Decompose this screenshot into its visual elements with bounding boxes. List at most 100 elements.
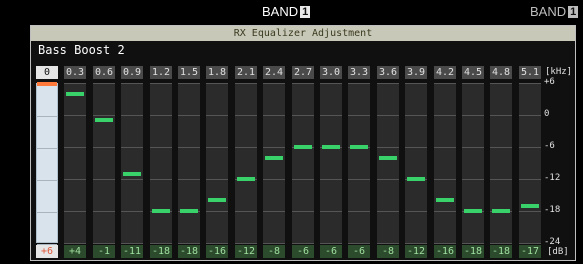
band-frequency-label[interactable]: 0.3 [64, 66, 86, 79]
band-indicator: BAND 1 [262, 4, 311, 19]
gain-level-marker[interactable] [237, 177, 255, 181]
grid-line [405, 147, 427, 148]
gain-level-marker[interactable] [152, 209, 170, 213]
grid-line [121, 179, 143, 180]
grid-line [263, 83, 285, 84]
eq-band-slider[interactable] [36, 82, 58, 245]
grid-line [434, 83, 456, 84]
band-frequency-label[interactable]: 1.2 [150, 66, 172, 79]
eq-band-slider[interactable] [235, 83, 257, 244]
grid-line [235, 115, 257, 116]
eq-band-slider[interactable] [490, 83, 512, 244]
grid-line [434, 147, 456, 148]
band-frequency-label[interactable]: 3.0 [320, 66, 342, 79]
eq-band-slider[interactable] [519, 83, 541, 244]
grid-line [121, 147, 143, 148]
grid-line [377, 211, 399, 212]
gain-level-marker[interactable] [436, 198, 454, 202]
grid-line [121, 243, 143, 244]
eq-band-slider[interactable] [93, 83, 115, 244]
band-frequency-label[interactable]: 4.8 [490, 66, 512, 79]
gain-level-marker[interactable] [464, 209, 482, 213]
top-status-bar: BAND 1 BAND 1 [0, 0, 583, 22]
band-frequency-label[interactable]: 3.9 [405, 66, 427, 79]
grid-line [292, 211, 314, 212]
grid-line [150, 243, 172, 244]
grid-line [37, 148, 57, 149]
eq-band-slider[interactable] [434, 83, 456, 244]
grid-line [263, 115, 285, 116]
gain-level-marker[interactable] [350, 145, 368, 149]
band-frequency-label[interactable]: 3.3 [348, 66, 370, 79]
grid-line [320, 243, 342, 244]
eq-band-slider[interactable] [263, 83, 285, 244]
gain-level-marker[interactable] [66, 92, 84, 96]
eq-band-slider[interactable] [405, 83, 427, 244]
eq-band-slider[interactable] [121, 83, 143, 244]
band-gain-value: -1 [93, 245, 115, 258]
grid-line [348, 179, 370, 180]
eq-band-slider[interactable] [320, 83, 342, 244]
gain-level-marker[interactable] [95, 118, 113, 122]
band-number: 1 [300, 5, 311, 18]
grid-line [93, 147, 115, 148]
band-gain-value: -8 [263, 245, 285, 258]
eq-band-slider[interactable] [292, 83, 314, 244]
gain-level-marker[interactable] [208, 198, 226, 202]
band-gain-value: -18 [462, 245, 484, 258]
grid-line [320, 115, 342, 116]
band-frequency-label[interactable]: 4.5 [462, 66, 484, 79]
grid-line [37, 116, 57, 117]
gain-level-marker[interactable] [379, 156, 397, 160]
band-gain-value: +4 [64, 245, 86, 258]
band-frequency-label[interactable]: 0.6 [93, 66, 115, 79]
band-frequency-label[interactable]: 1.8 [206, 66, 228, 79]
band-gain-value: -8 [377, 245, 399, 258]
band-number-secondary: 1 [568, 5, 579, 18]
eq-band-slider[interactable] [348, 83, 370, 244]
eq-band-slider[interactable] [150, 83, 172, 244]
grid-line [348, 115, 370, 116]
band-frequency-label[interactable]: 2.7 [292, 66, 314, 79]
eq-band-slider[interactable] [178, 83, 200, 244]
gain-level-marker[interactable] [294, 145, 312, 149]
band-gain-value: -18 [150, 245, 172, 258]
eq-band-slider[interactable] [206, 83, 228, 244]
band-frequency-label[interactable]: 0.9 [121, 66, 143, 79]
band-frequency-label[interactable]: 3.6 [377, 66, 399, 79]
grid-line [93, 243, 115, 244]
band-frequency-label[interactable]: 2.1 [235, 66, 257, 79]
band-frequency-label[interactable]: 2.4 [263, 66, 285, 79]
gain-level-marker[interactable] [407, 177, 425, 181]
grid-line [206, 147, 228, 148]
grid-line [206, 211, 228, 212]
band-gain-value: -18 [490, 245, 512, 258]
gain-level-marker[interactable] [322, 145, 340, 149]
grid-line [377, 115, 399, 116]
gain-level-marker[interactable] [123, 172, 141, 176]
band-frequency-label[interactable]: 5.1 [519, 66, 541, 79]
grid-line [320, 211, 342, 212]
grid-line [519, 115, 541, 116]
grid-line [348, 83, 370, 84]
band-frequency-label[interactable]: 4.2 [434, 66, 456, 79]
gain-level-marker[interactable] [37, 82, 57, 86]
eq-band-slider[interactable] [377, 83, 399, 244]
band-frequency-label[interactable]: 1.5 [178, 66, 200, 79]
eq-band-slider[interactable] [462, 83, 484, 244]
grid-line [150, 83, 172, 84]
grid-line [178, 83, 200, 84]
gain-level-marker[interactable] [492, 209, 510, 213]
eq-band-slider[interactable] [64, 83, 86, 244]
gain-level-marker[interactable] [265, 156, 283, 160]
grid-line [490, 115, 512, 116]
gain-scale-label: -18 [544, 205, 561, 215]
band-frequency-label[interactable]: 0 [36, 66, 58, 79]
grid-line [434, 211, 456, 212]
gain-level-marker[interactable] [180, 209, 198, 213]
grid-line [150, 179, 172, 180]
grid-line [64, 179, 86, 180]
grid-line [206, 243, 228, 244]
gain-level-marker[interactable] [521, 204, 539, 208]
grid-line [519, 243, 541, 244]
